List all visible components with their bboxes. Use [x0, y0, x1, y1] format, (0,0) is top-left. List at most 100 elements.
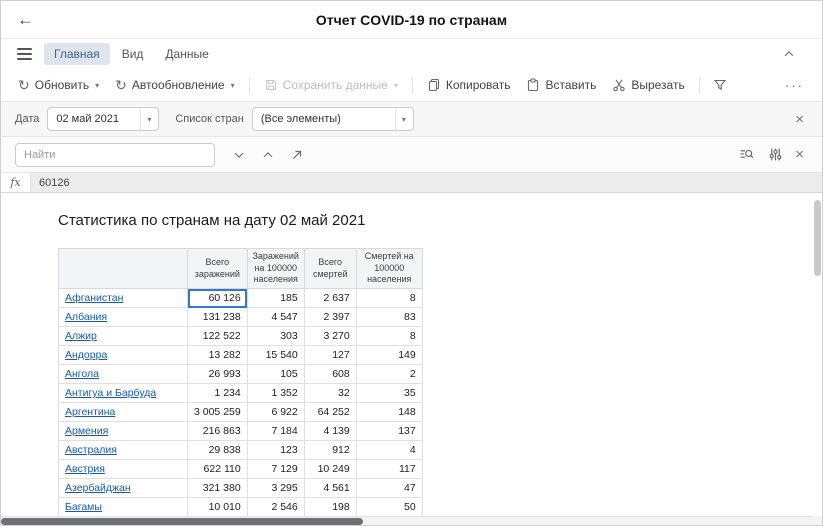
value-cell[interactable]: 1 352	[247, 384, 304, 403]
caret-down-icon: ▾	[231, 81, 235, 90]
value-cell[interactable]: 122 522	[188, 327, 248, 346]
value-cell[interactable]: 4 139	[304, 422, 356, 441]
country-link[interactable]: Андорра	[65, 349, 107, 361]
value-cell[interactable]: 13 282	[188, 346, 248, 365]
value-cell[interactable]: 1 234	[188, 384, 248, 403]
country-link[interactable]: Австрия	[65, 463, 105, 475]
country-link[interactable]: Антигуа и Барбуда	[65, 387, 156, 399]
parameters-panel: Дата 02 май 2021 ▾ Список стран (Все эле…	[1, 101, 822, 137]
value-cell[interactable]: 912	[304, 441, 356, 460]
value-cell[interactable]: 83	[356, 308, 422, 327]
value-cell[interactable]: 117	[356, 460, 422, 479]
value-cell[interactable]: 8	[356, 327, 422, 346]
collapse-ribbon-button[interactable]	[776, 41, 802, 67]
toolbar-overflow-button[interactable]: ···	[777, 78, 812, 93]
value-cell[interactable]: 185	[247, 289, 304, 308]
value-cell[interactable]: 32	[304, 384, 356, 403]
autorefresh-button[interactable]: ↻ Автообновление ▾	[108, 74, 242, 96]
refresh-button[interactable]: ↻ Обновить ▾	[11, 74, 106, 96]
value-cell[interactable]: 2 546	[247, 498, 304, 516]
search-options-button[interactable]	[733, 142, 759, 168]
country-link[interactable]: Аргентина	[65, 406, 115, 418]
value-cell[interactable]: 127	[304, 346, 356, 365]
value-cell[interactable]: 10 010	[188, 498, 248, 516]
value-cell[interactable]: 149	[356, 346, 422, 365]
value-cell[interactable]: 216 863	[188, 422, 248, 441]
back-arrow-icon[interactable]: ←	[17, 11, 34, 28]
filter-button[interactable]	[707, 72, 733, 98]
table-row: Алжир 122 5223033 2708	[59, 327, 423, 346]
app-window: ← Отчет COVID-19 по странам Главная Вид …	[0, 0, 823, 526]
value-cell[interactable]: 2	[356, 365, 422, 384]
value-cell[interactable]: 4 547	[247, 308, 304, 327]
horizontal-scroll-thumb[interactable]	[1, 518, 363, 525]
value-cell[interactable]: 50	[356, 498, 422, 516]
value-cell[interactable]: 10 249	[304, 460, 356, 479]
value-cell[interactable]: 7 184	[247, 422, 304, 441]
table-row: Австрия 622 1107 12910 249117	[59, 460, 423, 479]
menu-icon[interactable]	[17, 48, 32, 60]
value-cell[interactable]: 8	[356, 289, 422, 308]
tab-view[interactable]: Вид	[112, 43, 154, 65]
go-to-button[interactable]	[284, 142, 310, 168]
sheet: Статистика по странам на дату 02 май 202…	[1, 193, 813, 516]
country-link[interactable]: Австралия	[65, 444, 117, 456]
value-cell[interactable]: 622 110	[188, 460, 248, 479]
country-link[interactable]: Армения	[65, 425, 108, 437]
value-cell[interactable]: 137	[356, 422, 422, 441]
countries-dropdown[interactable]: (Все элементы) ▾	[252, 107, 414, 131]
cut-label: Вырезать	[631, 78, 684, 92]
date-dropdown[interactable]: 02 май 2021 ▾	[47, 107, 159, 131]
value-cell[interactable]: 7 129	[247, 460, 304, 479]
tab-home[interactable]: Главная	[44, 43, 110, 65]
search-settings-button[interactable]	[762, 142, 788, 168]
tab-data[interactable]: Данные	[155, 43, 218, 65]
value-cell[interactable]: 198	[304, 498, 356, 516]
close-search-button[interactable]: ×	[791, 145, 808, 164]
value-cell[interactable]: 3 295	[247, 479, 304, 498]
find-previous-button[interactable]	[255, 142, 281, 168]
value-cell[interactable]: 47	[356, 479, 422, 498]
value-cell[interactable]: 35	[356, 384, 422, 403]
value-cell[interactable]: 608	[304, 365, 356, 384]
vertical-scrollbar[interactable]	[814, 195, 821, 514]
value-cell[interactable]: 131 238	[188, 308, 248, 327]
toolbar-separator	[412, 77, 413, 94]
vertical-scroll-thumb[interactable]	[814, 200, 821, 276]
country-link[interactable]: Азербайджан	[65, 482, 131, 494]
value-cell[interactable]: 6 922	[247, 403, 304, 422]
find-next-button[interactable]	[226, 142, 252, 168]
value-cell[interactable]: 321 380	[188, 479, 248, 498]
value-cell[interactable]: 2 637	[304, 289, 356, 308]
country-link[interactable]: Ангола	[65, 368, 99, 380]
country-link[interactable]: Афганистан	[65, 292, 123, 304]
value-cell[interactable]: 4 561	[304, 479, 356, 498]
value-cell[interactable]: 29 838	[188, 441, 248, 460]
value-cell[interactable]: 26 993	[188, 365, 248, 384]
value-cell[interactable]: 123	[247, 441, 304, 460]
table-row: Афганистан 60 1261852 6378	[59, 289, 423, 308]
save-data-button[interactable]: Сохранить данные ▾	[257, 74, 405, 96]
paste-button[interactable]: Вставить	[519, 74, 603, 96]
cut-button[interactable]: Вырезать	[605, 74, 691, 96]
value-cell[interactable]: 303	[247, 327, 304, 346]
horizontal-scrollbar[interactable]	[1, 516, 813, 525]
caret-down-icon: ▾	[395, 108, 406, 130]
value-cell[interactable]: 105	[247, 365, 304, 384]
value-cell[interactable]: 15 540	[247, 346, 304, 365]
value-cell[interactable]: 148	[356, 403, 422, 422]
search-input[interactable]	[15, 143, 215, 167]
close-parameters-button[interactable]: ×	[791, 110, 808, 129]
value-cell[interactable]: 64 252	[304, 403, 356, 422]
value-cell[interactable]: 60 126	[188, 289, 248, 308]
country-link[interactable]: Алжир	[65, 330, 97, 342]
value-cell[interactable]: 3 270	[304, 327, 356, 346]
copy-button[interactable]: Копировать	[420, 74, 518, 96]
value-cell[interactable]: 4	[356, 441, 422, 460]
value-cell[interactable]: 3 005 259	[188, 403, 248, 422]
value-cell[interactable]: 2 397	[304, 308, 356, 327]
copy-icon	[427, 78, 441, 92]
formula-bar-value[interactable]: 60126	[31, 173, 822, 192]
country-link[interactable]: Багамы	[65, 501, 102, 513]
country-link[interactable]: Албания	[65, 311, 107, 323]
